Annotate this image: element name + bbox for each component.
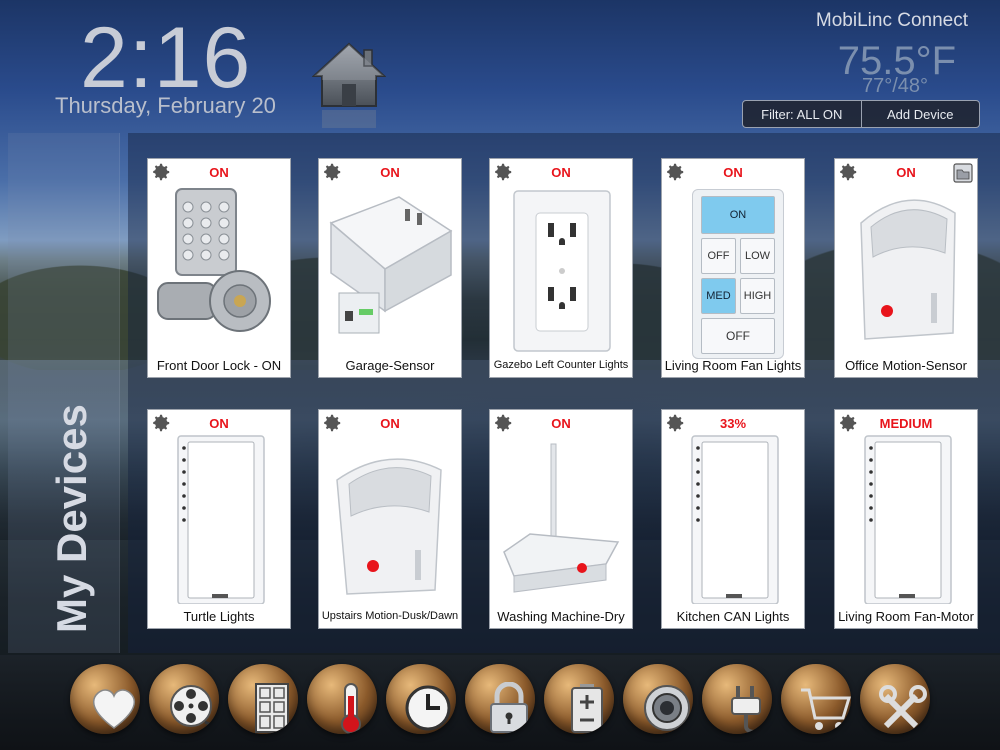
device-tile-living-room-fan-motor[interactable]: MEDIUM Living Room Fan-Motor	[834, 409, 978, 629]
device-state: 33%	[719, 416, 747, 431]
keypad-key-high: HIGH	[740, 278, 775, 314]
device-tile-garage-sensor[interactable]: ON Garage-Sensor	[318, 158, 462, 378]
temperature-high-low: 77°/48°	[861, 75, 928, 97]
shopping-cart-icon	[801, 688, 851, 730]
dock-favorites-button[interactable]	[70, 664, 140, 734]
keypad-key-on: ON	[701, 196, 775, 234]
device-name: Living Room Fan Lights	[664, 358, 802, 373]
dock-energy-button[interactable]	[544, 664, 614, 734]
device-name: Garage-Sensor	[345, 358, 435, 373]
dock-doors-button[interactable]	[228, 664, 298, 734]
dock-schedules-button[interactable]	[386, 664, 456, 734]
device-tile-office-motion-sensor[interactable]: ON Office Motion-Sensor	[834, 158, 978, 378]
sidebar-panel: My Devices	[8, 133, 120, 653]
device-tile-front-door-lock[interactable]: ON Front Door Lock - ON	[147, 158, 291, 378]
keypad-icon: ON OFF LOW MED HIGH OFF	[662, 183, 804, 359]
keypad-key-med: MED	[701, 278, 736, 314]
device-state: ON	[209, 165, 229, 180]
dimmer-switch-icon	[662, 434, 804, 605]
sidebar-title: My Devices	[48, 404, 95, 633]
dimmer-switch-icon	[148, 434, 290, 605]
device-tile-washing-machine[interactable]: ON Washing Machine-Dry	[489, 409, 633, 629]
motion-sensor-icon	[319, 434, 461, 602]
device-name: Kitchen CAN Lights	[676, 609, 790, 624]
keypad-key-off: OFF	[701, 318, 775, 354]
film-reel-icon	[170, 685, 218, 730]
device-name: Upstairs Motion-Dusk/Dawn	[321, 610, 459, 622]
device-state: ON	[896, 165, 916, 180]
plug-in-module-icon	[319, 183, 461, 351]
door-lock-keypad-icon	[148, 183, 290, 351]
keypad-faceplate: ON OFF LOW MED HIGH OFF	[692, 189, 784, 359]
device-name: Washing Machine-Dry	[497, 609, 625, 624]
motion-sensor-icon	[835, 183, 977, 351]
hub-antenna-icon	[490, 434, 632, 602]
dock-cameras-button[interactable]	[623, 664, 693, 734]
device-state: ON	[551, 416, 571, 431]
header-segmented-control: Filter: ALL ON Add Device	[742, 100, 980, 128]
device-name: Gazebo Left Counter Lights	[493, 359, 629, 371]
device-tile-upstairs-motion[interactable]: ON Upstairs Motion-Dusk/Dawn	[318, 409, 462, 629]
brand-title: MobiLinc Connect	[815, 10, 968, 31]
clock-time: 2:16	[80, 10, 252, 106]
dock-media-button[interactable]	[149, 664, 219, 734]
add-device-button[interactable]: Add Device	[860, 101, 980, 127]
device-tile-turtle-lights[interactable]: ON Turtle Lights	[147, 409, 291, 629]
device-tile-living-room-fan-lights[interactable]: ON ON OFF LOW MED HIGH OFF Living Room F…	[661, 158, 805, 378]
dock-security-button[interactable]	[465, 664, 535, 734]
heart-icon	[92, 689, 136, 729]
device-state: ON	[551, 165, 571, 180]
device-state: MEDIUM	[879, 416, 933, 431]
tools-icon	[879, 685, 927, 729]
keypad-key-off-small: OFF	[701, 238, 736, 274]
dock-climate-button[interactable]	[307, 664, 377, 734]
home-icon[interactable]	[311, 40, 387, 132]
outlet-icon	[490, 183, 632, 352]
device-name: Living Room Fan-Motor	[838, 609, 974, 624]
battery-icon	[571, 684, 603, 733]
door-icon	[255, 683, 289, 733]
padlock-icon	[490, 682, 528, 733]
dock-power-button[interactable]	[702, 664, 772, 734]
device-name: Turtle Lights	[183, 609, 255, 624]
device-state: ON	[723, 165, 743, 180]
dock-settings-button[interactable]	[860, 664, 930, 734]
dimmer-switch-icon	[835, 434, 977, 605]
thermometer-icon	[341, 683, 361, 734]
device-name: Front Door Lock - ON	[156, 358, 282, 373]
device-state: ON	[380, 165, 400, 180]
device-state: ON	[209, 416, 229, 431]
power-plug-icon	[731, 686, 761, 734]
clock-date: Thursday, February 20	[55, 93, 276, 118]
keypad-key-low: LOW	[740, 238, 775, 274]
device-tile-gazebo-outlet[interactable]: ON Gazebo Left Counter Lights	[489, 158, 633, 378]
dock-shopping-button[interactable]	[781, 664, 851, 734]
device-tile-kitchen-can-lights[interactable]: 33% Kitchen CAN Lights	[661, 409, 805, 629]
clock-icon	[405, 685, 451, 731]
camera-lens-icon	[644, 685, 690, 731]
filter-button[interactable]: Filter: ALL ON	[743, 101, 861, 127]
device-state: ON	[380, 416, 400, 431]
device-name: Office Motion-Sensor	[845, 358, 967, 373]
